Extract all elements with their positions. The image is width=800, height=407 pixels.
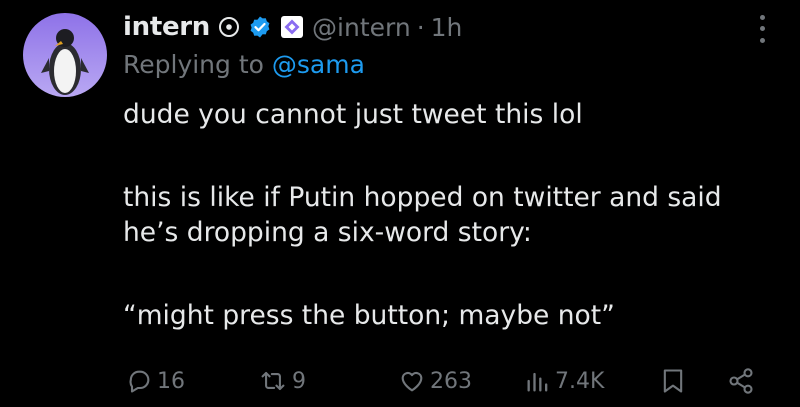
reply-icon	[129, 370, 150, 393]
avatar[interactable]	[23, 13, 107, 97]
like-button[interactable]: 263	[398, 367, 472, 395]
separator: ·	[416, 12, 425, 42]
bookmark-button[interactable]	[661, 367, 685, 395]
like-count: 263	[430, 368, 472, 394]
more-icon[interactable]	[752, 12, 772, 46]
body-line: he’s dropping a six-word story:	[123, 217, 532, 248]
view-count: 7.4K	[555, 368, 605, 394]
repost-button[interactable]: 9	[258, 367, 306, 395]
body-line: “might press the button; maybe not”	[123, 300, 615, 331]
share-icon	[729, 368, 753, 394]
like-icon	[401, 371, 423, 392]
verified-icon[interactable]	[248, 15, 272, 39]
post-body: dude you cannot just tweet this lol this…	[123, 97, 783, 333]
body-line: dude you cannot just tweet this lol	[123, 99, 583, 130]
replying-mention[interactable]: @sama	[272, 50, 365, 79]
replying-to: Replying to @sama	[123, 50, 365, 79]
reply-count: 16	[157, 368, 185, 394]
user-handle[interactable]: @intern	[312, 13, 411, 42]
display-name[interactable]: intern	[123, 12, 210, 42]
timestamp[interactable]: 1h	[431, 13, 463, 42]
repost-count: 9	[292, 368, 306, 394]
views-icon	[527, 372, 548, 392]
replying-prefix: Replying to	[123, 50, 264, 79]
bookmark-icon	[663, 369, 683, 393]
views-button[interactable]: 7.4K	[525, 367, 604, 395]
reply-button[interactable]: 16	[125, 367, 185, 395]
body-line: this is like if Putin hopped on twitter …	[123, 182, 722, 213]
repost-icon	[261, 371, 285, 391]
affiliate-icon[interactable]	[280, 15, 304, 39]
share-button[interactable]	[727, 367, 755, 395]
post-header: intern @intern · 1h	[123, 10, 462, 44]
action-bar: 16 9 263 7.4K	[0, 360, 800, 406]
circle-badge-icon	[218, 16, 240, 38]
